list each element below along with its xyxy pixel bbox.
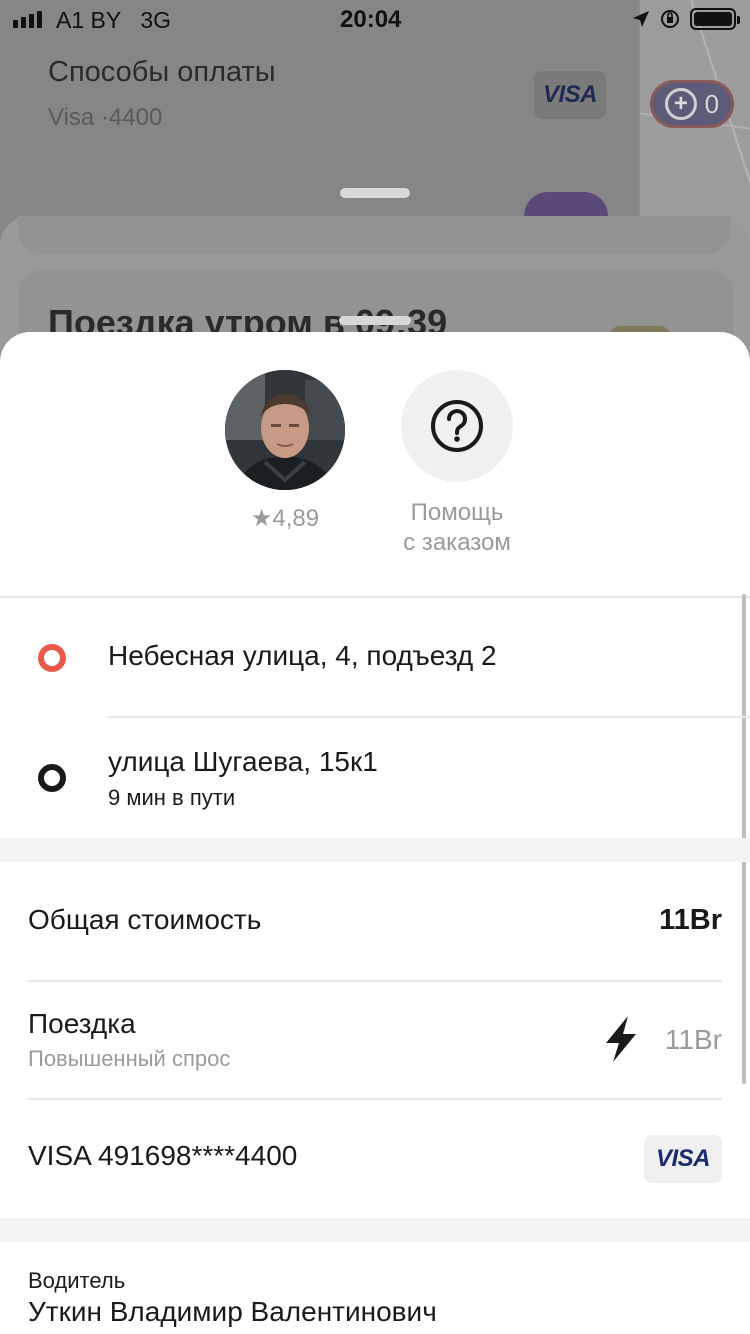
clock: 20:04 — [340, 6, 402, 33]
divider — [28, 980, 722, 982]
sheet-grabber — [339, 316, 411, 325]
plus-badge-cut — [524, 192, 608, 216]
destination-address[interactable]: улица Шугаева, 15к1 — [108, 746, 378, 778]
ride-subtitle: Повышенный спрос — [28, 1046, 231, 1071]
plus-balance-count: 0 — [704, 88, 720, 119]
driver-avatar[interactable] — [225, 370, 345, 490]
driver-caption: Водитель — [28, 1268, 126, 1293]
ride-label: Поездка — [28, 1008, 136, 1039]
carrier-label: A1 BY 3G — [56, 7, 172, 33]
trip-duration: 9 мин в пути — [108, 785, 236, 810]
visa-logo-icon: VISA — [644, 1135, 722, 1183]
status-icons — [632, 8, 740, 30]
ride-price: 11Br — [664, 1024, 722, 1055]
question-circle-icon — [431, 400, 483, 452]
help-button[interactable] — [401, 370, 513, 482]
section-gap — [0, 1218, 750, 1242]
order-details-sheet: ★4,89 Помощь с заказом Небесная улица, 4… — [0, 332, 750, 1334]
pickup-point-icon — [38, 644, 66, 672]
driver-name: Уткин Владимир Валентинович — [28, 1296, 437, 1327]
destination-point-icon — [38, 764, 66, 792]
location-arrow-icon — [633, 11, 649, 27]
visa-logo-icon: VISA — [534, 71, 606, 119]
divider — [0, 596, 750, 598]
sheet-grabber — [340, 188, 410, 198]
divider — [28, 1098, 722, 1100]
driver-rating: ★4,89 — [250, 505, 320, 532]
background-card — [18, 216, 730, 254]
help-label-line: с заказом — [403, 529, 511, 556]
status-bar: A1 BY 3G 20:04 — [0, 0, 750, 40]
battery-icon — [690, 8, 740, 30]
plus-balance-badge: + 0 — [650, 80, 734, 128]
payment-card-label[interactable]: VISA 491698****4400 — [28, 1140, 297, 1172]
bolt-icon — [606, 1016, 636, 1062]
pickup-address[interactable]: Небесная улица, 4, подъезд 2 — [108, 640, 497, 672]
total-cost-value: 11Br — [659, 904, 722, 936]
help-button-label[interactable]: Помощь с заказом — [380, 498, 534, 558]
plus-icon: + — [664, 88, 697, 120]
orientation-lock-icon — [661, 10, 679, 28]
payment-methods-subtitle: Visa ·4400 — [48, 104, 163, 131]
signal-icon — [13, 11, 42, 28]
divider — [108, 716, 750, 718]
payment-methods-title: Способы оплаты — [48, 56, 276, 88]
section-gap — [0, 838, 750, 862]
driver-photo — [225, 370, 345, 490]
help-label-line: Помощь — [410, 499, 504, 526]
total-cost-label: Общая стоимость — [28, 904, 262, 935]
